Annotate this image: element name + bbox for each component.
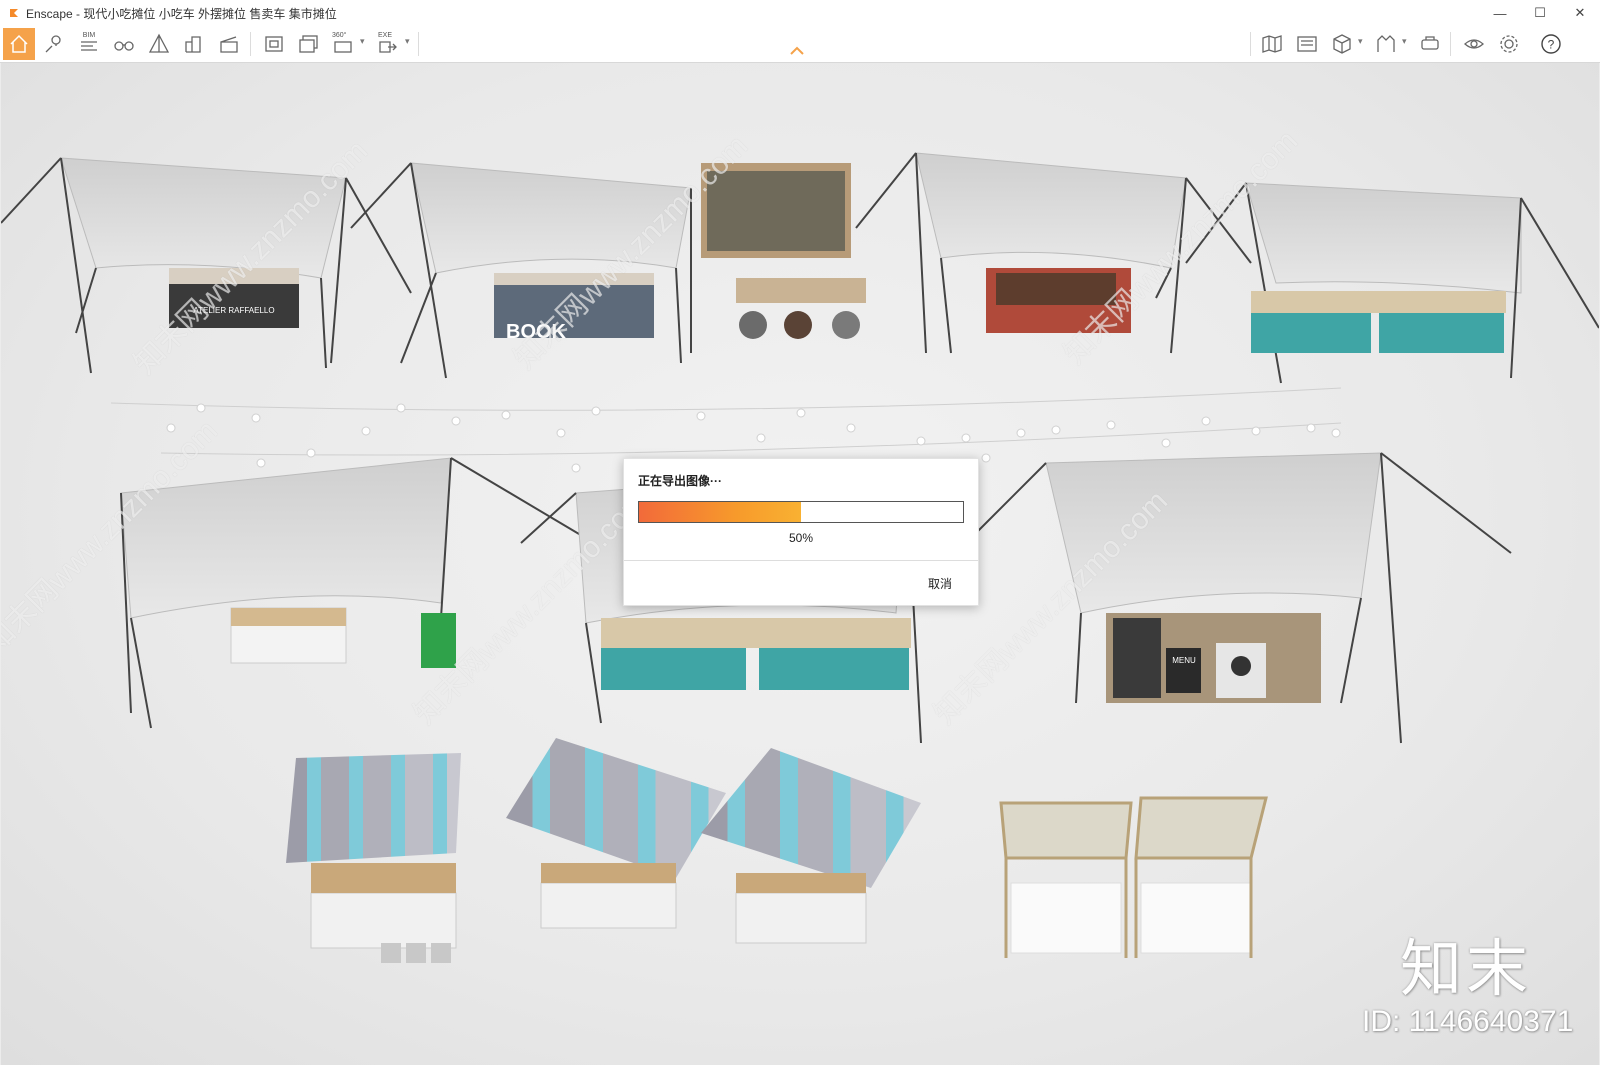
perspective-button[interactable] (143, 28, 175, 60)
window-title: Enscape - 现代小吃摊位 小吃车 外摆摊位 售卖车 集市摊位 (26, 6, 337, 21)
cancel-button[interactable]: 取消 (928, 575, 952, 592)
toolbar-separator (1250, 32, 1251, 56)
visual-settings-icon (1464, 39, 1484, 49)
vr-headset-icon (1421, 36, 1439, 50)
panorama-dropdown-icon[interactable]: ▾ (360, 36, 365, 47)
bim-button[interactable]: BIM (73, 28, 105, 60)
toolbar: BIM 360° ▾ EXE ▾ ▾ ▾ ? (0, 26, 1600, 63)
location-button[interactable] (38, 28, 70, 60)
enscape-logo-icon (10, 9, 18, 17)
location-pin-icon (45, 35, 61, 53)
map-button[interactable] (1256, 28, 1288, 60)
maximize-icon[interactable]: ☐ (1520, 0, 1560, 26)
toolbar-separator (1450, 32, 1451, 56)
close-icon[interactable]: ✕ (1560, 0, 1600, 26)
screenshot-button[interactable] (258, 28, 290, 60)
progress-percent: 50% (788, 531, 814, 545)
progress-fill (639, 502, 801, 522)
minimize-icon[interactable]: — (1480, 0, 1520, 26)
watermark-logo: 知末 (1400, 932, 1533, 1005)
export-progress-dialog: 正在导出图像··· 50% 取消 (623, 458, 979, 606)
help-button[interactable]: ? (1535, 28, 1567, 60)
buildings-icon (185, 36, 201, 53)
vr-headset-button[interactable] (1414, 28, 1446, 60)
export-exe-button[interactable]: EXE (372, 28, 404, 60)
striped-stall-2 (506, 738, 726, 929)
progress-bar (638, 501, 964, 523)
asset-library-button[interactable] (1291, 28, 1323, 60)
material-dropdown-icon[interactable]: ▾ (1402, 36, 1407, 47)
toolbar-separator (250, 32, 251, 56)
batch-render-button[interactable] (293, 28, 325, 60)
material-icon (1377, 35, 1395, 52)
screenshot-icon (265, 36, 283, 52)
striped-stall-1 (286, 753, 461, 963)
map-icon (1262, 35, 1282, 53)
asset-library-icon (1297, 36, 1317, 52)
canopy-stall-4 (1185, 182, 1599, 384)
striped-stall-3 (701, 748, 921, 944)
window-controls: — ☐ ✕ (1480, 0, 1600, 26)
cube-dropdown-icon[interactable]: ▾ (1358, 36, 1363, 47)
cube-view-icon (1333, 34, 1351, 54)
title-bar: Enscape - 现代小吃摊位 小吃车 外摆摊位 售卖车 集市摊位 — ☐ ✕ (0, 0, 1600, 27)
pano-label: 360° (332, 32, 347, 39)
settings-button[interactable] (1493, 28, 1525, 60)
watermark-id: ID: 1146640371 (1362, 1005, 1574, 1038)
walk-mode-button[interactable] (108, 28, 140, 60)
cube-view-button[interactable] (1326, 28, 1358, 60)
toolbar-separator (418, 32, 419, 56)
svg-text:?: ? (1548, 38, 1555, 52)
exe-label: EXE (378, 32, 393, 39)
binoculars-icon (114, 41, 134, 51)
batch-render-icon (299, 35, 318, 53)
dialog-title: 正在导出图像··· (638, 474, 722, 488)
dialog-divider (624, 560, 978, 561)
menu-sign-text: MENU (1172, 656, 1196, 665)
gear-icon (1500, 35, 1518, 53)
bookshelf-stall (701, 163, 866, 339)
perspective-icon (148, 33, 170, 53)
visual-settings-button[interactable] (1458, 28, 1490, 60)
buildings-button[interactable] (178, 28, 210, 60)
video-editor-button[interactable] (213, 28, 245, 60)
panorama-button[interactable]: 360° (328, 28, 360, 60)
clapperboard-icon (220, 36, 238, 53)
material-button[interactable] (1370, 28, 1402, 60)
bim-label: BIM (82, 32, 96, 39)
export-dropdown-icon[interactable]: ▾ (405, 36, 410, 47)
help-icon: ? (1541, 34, 1561, 54)
home-button[interactable] (3, 28, 35, 60)
home-icon (10, 34, 28, 53)
collapse-toolbar-icon[interactable] (790, 46, 804, 56)
glass-roof-stall (999, 796, 1268, 958)
